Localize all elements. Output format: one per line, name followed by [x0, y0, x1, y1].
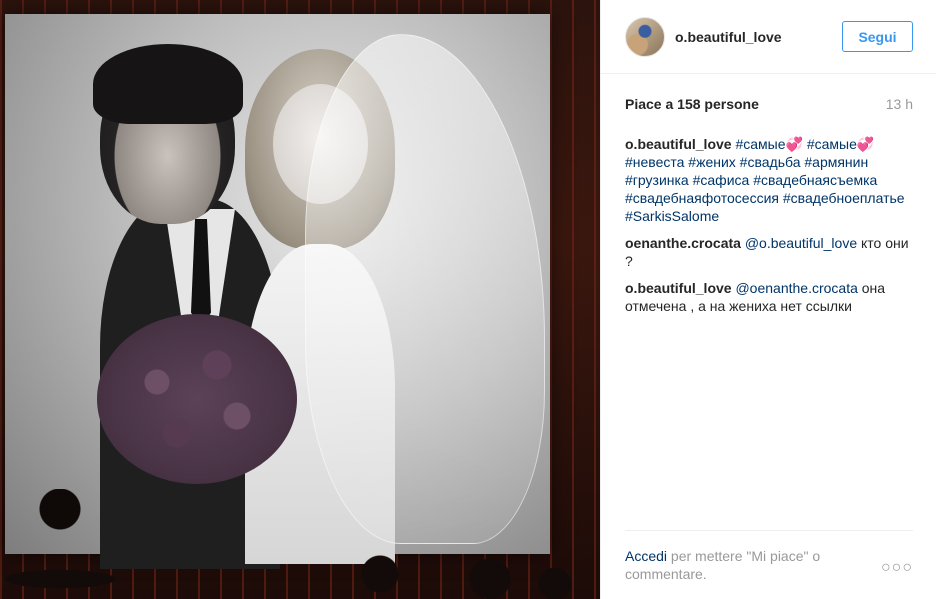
post-photo[interactable] [0, 0, 600, 599]
header-username-link[interactable]: o.beautiful_love [675, 29, 842, 45]
follow-button[interactable]: Segui [842, 21, 913, 52]
post-header: o.beautiful_love Segui [601, 0, 936, 74]
likes-row: Piace a 158 persone 13 h [625, 96, 913, 112]
more-options-icon[interactable]: ○○○ [881, 547, 913, 577]
comment-username-link[interactable]: o.beautiful_love [625, 280, 732, 296]
likes-text[interactable]: Piace a 158 persone [625, 96, 759, 112]
post-timestamp[interactable]: 13 h [886, 96, 913, 112]
avatar[interactable] [625, 16, 665, 57]
projection-screen [5, 14, 550, 569]
comment-mention-link[interactable]: @oenanthe.crocata [735, 280, 857, 296]
comment-mention-link[interactable]: @o.beautiful_love [745, 235, 857, 251]
bride-veil [305, 34, 545, 544]
comment-username-link[interactable]: oenanthe.crocata [625, 235, 741, 251]
post-side-panel: o.beautiful_love Segui Piace a 158 perso… [600, 0, 936, 599]
caption-username-link[interactable]: o.beautiful_love [625, 136, 732, 152]
likes-prefix: Piace a [625, 96, 678, 112]
comments-list: o.beautiful_love #самые💞 #самые💞 #невест… [625, 135, 915, 324]
caption-comment: o.beautiful_love #самые💞 #самые💞 #невест… [625, 135, 915, 225]
audience-silhouettes [0, 489, 600, 599]
list-item: o.beautiful_love @oenanthe.crocata она о… [625, 279, 915, 315]
flower-bouquet [97, 314, 297, 484]
likes-suffix: persone [700, 96, 759, 112]
post-footer: Accedi per mettere "Mi piace" o commenta… [625, 530, 913, 583]
list-item: oenanthe.crocata @o.beautiful_love кто о… [625, 234, 915, 270]
login-prompt: Accedi per mettere "Mi piace" o commenta… [625, 547, 855, 583]
groom-hair [93, 44, 243, 124]
likes-count: 158 [677, 96, 701, 112]
login-link[interactable]: Accedi [625, 548, 667, 564]
